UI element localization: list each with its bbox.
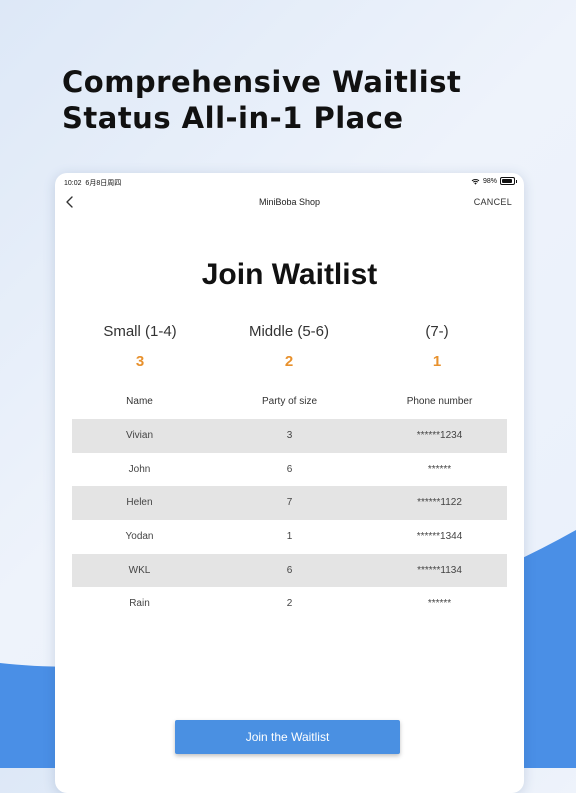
- row-name: John: [128, 463, 151, 475]
- row-phone: ******1234: [416, 430, 463, 441]
- table-row: Helen 7 ******1122: [72, 486, 507, 521]
- nav-bar: MiniBoba Shop CANCEL: [55, 191, 524, 213]
- count-label: Small (1-4): [103, 323, 177, 340]
- waitlist-table: Name Party of size Phone number Vivian 3…: [72, 389, 507, 621]
- battery-percent: 98%: [482, 177, 497, 185]
- promo-headline-line1: Comprehensive Waitlist: [62, 65, 462, 99]
- count-large: (7-) 1: [377, 323, 497, 370]
- promo-headline-line2: Status All-in-1 Place: [62, 101, 404, 135]
- status-time-date: 10:02 6月8日周四: [64, 178, 121, 188]
- cancel-button[interactable]: CANCEL: [474, 197, 512, 207]
- count-label: Middle (5-6): [248, 323, 330, 340]
- row-phone: ******1344: [416, 531, 463, 543]
- status-date: 6月8日周四: [85, 180, 122, 187]
- row-phone: ******: [427, 463, 452, 475]
- header-name: Name: [126, 396, 153, 407]
- row-name: Yodan: [125, 531, 154, 543]
- table-row: John 6 ******: [72, 453, 507, 487]
- table-row: WKL 6 ******1134: [72, 553, 507, 588]
- row-name: Rain: [129, 598, 150, 610]
- count-value: 3: [135, 353, 145, 370]
- row-phone: ******: [427, 598, 452, 610]
- row-size: 1: [286, 531, 293, 543]
- table-row: Yodan 1 ******1344: [72, 520, 507, 554]
- count-value: 2: [284, 353, 294, 370]
- wifi-icon: [471, 178, 480, 185]
- count-middle: Middle (5-6) 2: [229, 323, 349, 370]
- row-phone: ******1122: [417, 497, 462, 509]
- row-size: 2: [286, 598, 293, 610]
- tablet-screen: 10:02 6月8日周四 98% MiniBoba Shop CANCEL Jo…: [55, 173, 524, 793]
- table-row: Vivian 3 ******1234: [72, 419, 507, 453]
- table-header: Name Party of size Phone number: [72, 389, 507, 419]
- table-row: Rain 2 ******: [72, 587, 507, 621]
- status-right: 98%: [471, 177, 517, 185]
- row-size: 7: [286, 497, 293, 509]
- count-value: 1: [432, 353, 442, 370]
- row-phone: ******1134: [417, 564, 462, 576]
- row-name: WKL: [128, 564, 151, 576]
- row-size: 6: [286, 564, 293, 576]
- battery-icon: [500, 177, 517, 185]
- join-waitlist-button[interactable]: Join the Waitlist: [175, 720, 400, 754]
- status-bar: 10:02 6月8日周四 98%: [55, 173, 524, 191]
- count-small: Small (1-4) 3: [80, 323, 200, 370]
- row-name: Helen: [126, 497, 153, 509]
- row-size: 3: [286, 430, 293, 441]
- header-party-size: Party of size: [261, 396, 318, 407]
- header-phone: Phone number: [406, 396, 473, 407]
- page-title: Join Waitlist: [201, 258, 378, 291]
- row-name: Vivian: [125, 430, 154, 441]
- promo-headline: Comprehensive Waitlist Status All-in-1 P…: [62, 64, 461, 136]
- nav-title: MiniBoba Shop: [258, 197, 321, 207]
- status-time: 10:02: [64, 180, 82, 187]
- row-size: 6: [286, 463, 293, 475]
- count-label: (7-): [425, 323, 449, 340]
